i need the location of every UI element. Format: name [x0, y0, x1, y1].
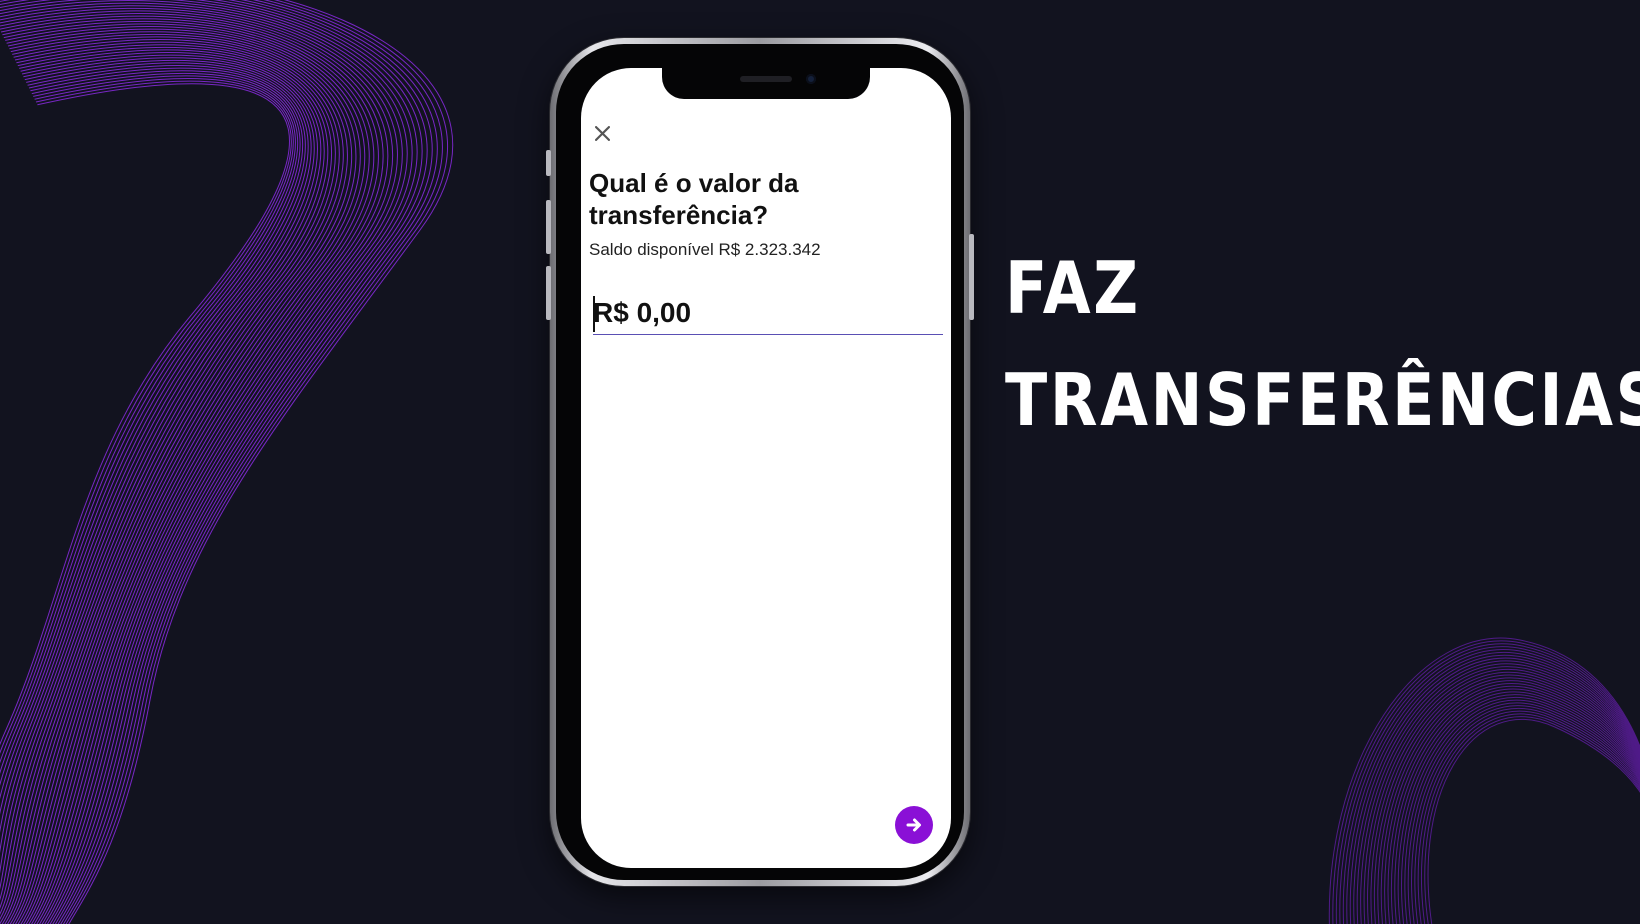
headline-line-1: FAZ	[1005, 246, 1141, 330]
next-button[interactable]	[895, 806, 933, 844]
wave-line	[0, 72, 299, 786]
headline-line-2: TRANSFERÊNCIAS	[1005, 358, 1640, 442]
speaker	[740, 76, 792, 82]
wave-line	[7, 28, 357, 924]
wave-line	[0, 2, 403, 924]
wave-line	[0, 13, 384, 924]
wave-line	[1397, 694, 1640, 924]
wave-line	[0, 75, 296, 775]
phone-mockup: Qual é o valor da transferência? Saldo d…	[546, 38, 974, 886]
wave-line	[0, 80, 292, 755]
silent-switch	[546, 150, 551, 176]
power-button	[969, 234, 974, 320]
wave-line	[0, 46, 329, 920]
app-screen: Qual é o valor da transferência? Saldo d…	[581, 68, 951, 868]
wave-line	[0, 52, 322, 909]
wave-line	[0, 15, 379, 924]
volume-down-button	[546, 266, 551, 320]
volume-up-button	[546, 200, 551, 254]
wave-line	[0, 78, 294, 764]
wave-line	[0, 54, 318, 901]
wave-line	[1394, 691, 1640, 924]
close-icon	[594, 125, 610, 141]
front-camera	[806, 74, 816, 84]
wave-line	[0, 83, 290, 746]
close-button[interactable]	[587, 118, 617, 148]
wave-line	[1335, 643, 1640, 924]
wave-line	[0, 65, 306, 833]
wave-line	[1411, 705, 1640, 924]
notch	[662, 68, 870, 99]
text-caret	[593, 296, 595, 332]
wave-line	[0, 67, 304, 815]
headline: FAZ TRANSFERÊNCIAS	[1005, 232, 1640, 456]
arrow-right-icon	[906, 818, 921, 832]
wave-line	[9, 31, 353, 924]
phone-bezel: Qual é o valor da transferência? Saldo d…	[556, 44, 964, 880]
amount-input[interactable]	[593, 292, 943, 335]
wave-line	[68, 0, 454, 924]
available-balance: Saldo disponível R$ 2.323.342	[589, 240, 821, 259]
page-title: Qual é o valor da transferência?	[589, 168, 799, 230]
